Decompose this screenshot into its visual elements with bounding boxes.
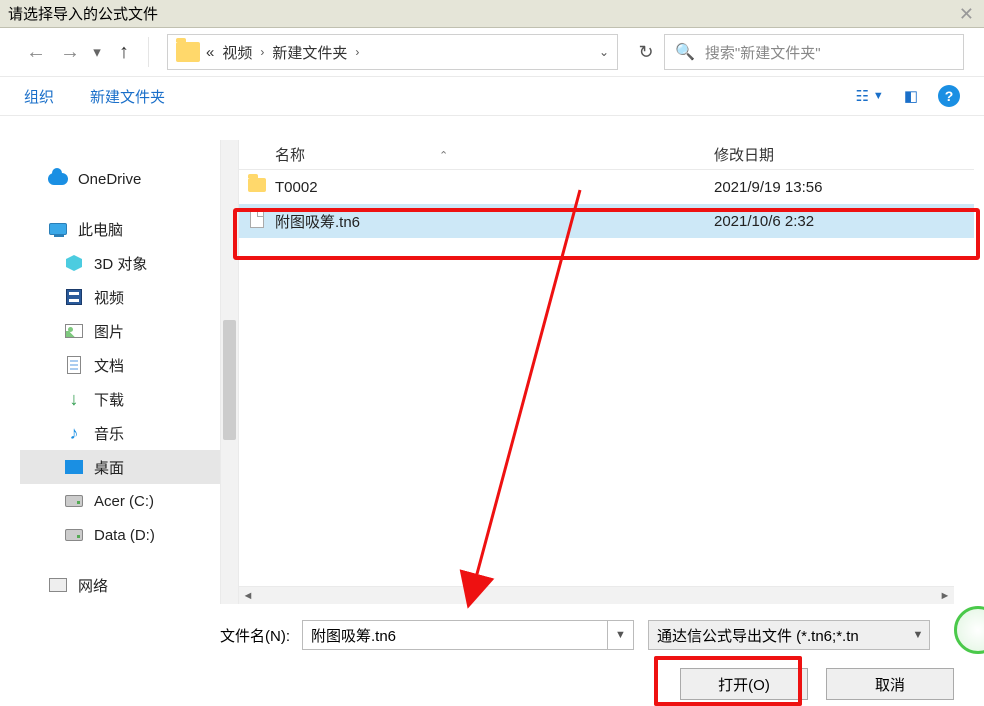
breadcrumb[interactable]: « 视频 › 新建文件夹 › ⌄: [167, 34, 618, 70]
sort-asc-icon: ⌃: [439, 149, 448, 162]
bottom-panel: 文件名(N): ▼ 通达信公式导出文件 (*.tn6;*.tn ▼ 打开(O) …: [0, 604, 984, 704]
sidebar-item-drive[interactable]: Acer (C:): [20, 484, 220, 518]
desk-icon: [64, 458, 84, 476]
toolbar: 组织 新建文件夹 ☷ ▼ ◧ ?: [0, 76, 984, 116]
path-dropdown-icon[interactable]: ⌄: [599, 45, 609, 59]
sidebar-item-label: 3D 对象: [94, 253, 147, 274]
back-button[interactable]: ←: [20, 36, 52, 68]
sidebar-item-dl[interactable]: ↓ 下载: [20, 382, 220, 416]
folder-icon: [176, 42, 200, 62]
sidebar-item-label: 网络: [78, 575, 108, 596]
recent-dropdown[interactable]: ▾: [88, 43, 106, 61]
doc-icon: [64, 356, 84, 374]
sidebar-item-img[interactable]: 图片: [20, 314, 220, 348]
scroll-right-icon[interactable]: ►: [936, 587, 954, 605]
net-icon: [48, 576, 68, 594]
cancel-button[interactable]: 取消: [826, 668, 954, 700]
filetype-dropdown-icon[interactable]: ▼: [907, 629, 929, 641]
sidebar-item-label: Data (D:): [94, 527, 155, 544]
sidebar-item-desk[interactable]: 桌面: [20, 450, 220, 484]
file-row[interactable]: T00022021/9/19 13:56: [239, 170, 974, 204]
filename-label: 文件名(N):: [24, 625, 294, 646]
sidebar-item-label: 文档: [94, 355, 124, 376]
up-button[interactable]: ↑: [108, 36, 140, 68]
search-input[interactable]: 🔍 搜索"新建文件夹": [664, 34, 964, 70]
view-mode-button[interactable]: ☷ ▼: [855, 87, 883, 105]
refresh-button[interactable]: ↻: [630, 42, 662, 63]
sidebar-item-label: 音乐: [94, 423, 124, 444]
organize-menu[interactable]: 组织: [24, 86, 54, 107]
file-icon: [250, 210, 264, 228]
sidebar: OneDrive 此电脑 3D 对象视频图片文档 ↓ 下载 ♪ 音乐桌面 Acer (C:) D…: [20, 140, 238, 604]
panel-icon: ◧: [904, 87, 918, 105]
sidebar-item-label: 视频: [94, 287, 124, 308]
new-folder-button[interactable]: 新建文件夹: [90, 86, 165, 107]
close-icon[interactable]: ✕: [959, 4, 974, 25]
chevron-icon: ›: [260, 45, 264, 59]
chevron-down-icon: ▼: [873, 90, 884, 102]
file-header: 名称 ⌃ 修改日期: [239, 140, 974, 170]
drive-icon: [64, 526, 84, 544]
file-name: 附图吸筹.tn6: [275, 211, 714, 232]
horizontal-scrollbar[interactable]: ◄ ►: [239, 586, 954, 604]
pc-icon: [48, 220, 68, 238]
cube-icon: [64, 254, 84, 272]
column-name[interactable]: 名称 ⌃: [239, 144, 714, 165]
drive-icon: [64, 492, 84, 510]
sidebar-item-drive[interactable]: Data (D:): [20, 518, 220, 552]
crumb-2[interactable]: 新建文件夹: [272, 42, 347, 63]
file-name: T0002: [275, 179, 714, 196]
sidebar-item-label: Acer (C:): [94, 493, 154, 510]
sidebar-item-note[interactable]: ♪ 音乐: [20, 416, 220, 450]
film-icon: [64, 288, 84, 306]
column-date[interactable]: 修改日期: [714, 144, 974, 165]
filename-dropdown-icon[interactable]: ▼: [607, 621, 633, 649]
search-placeholder: 搜索"新建文件夹": [705, 42, 821, 63]
separator: [148, 37, 149, 67]
note-icon: ♪: [64, 424, 84, 442]
titlebar: 请选择导入的公式文件 ✕: [0, 0, 984, 28]
filename-input[interactable]: [303, 627, 607, 644]
window-title: 请选择导入的公式文件: [8, 3, 158, 24]
sidebar-item-doc[interactable]: 文档: [20, 348, 220, 382]
filetype-combo[interactable]: 通达信公式导出文件 (*.tn6;*.tn ▼: [648, 620, 930, 650]
scroll-left-icon[interactable]: ◄: [239, 587, 257, 605]
file-list: T00022021/9/19 13:56附图吸筹.tn62021/10/6 2:…: [239, 170, 974, 604]
file-row[interactable]: 附图吸筹.tn62021/10/6 2:32: [239, 204, 974, 238]
sidebar-item-label: 此电脑: [78, 219, 123, 240]
sidebar-item-cloud[interactable]: OneDrive: [20, 162, 220, 196]
file-date: 2021/10/6 2:32: [714, 213, 974, 230]
dl-icon: ↓: [64, 390, 84, 408]
sidebar-item-net[interactable]: 网络: [20, 568, 220, 602]
sidebar-item-film[interactable]: 视频: [20, 280, 220, 314]
folder-icon: [248, 178, 266, 192]
scrollbar-thumb[interactable]: [223, 320, 236, 440]
sidebar-item-label: 桌面: [94, 457, 124, 478]
chevron-icon: ›: [355, 45, 359, 59]
breadcrumb-path[interactable]: « 视频 › 新建文件夹 ›: [206, 42, 359, 63]
help-button[interactable]: ?: [938, 85, 960, 107]
crumb-prefix: «: [206, 44, 214, 61]
file-pane: 名称 ⌃ 修改日期 T00022021/9/19 13:56附图吸筹.tn620…: [238, 140, 974, 604]
sidebar-scrollbar[interactable]: [220, 140, 238, 604]
nav-row: ← → ▾ ↑ « 视频 › 新建文件夹 › ⌄ ↻ 🔍 搜索"新建文件夹": [0, 28, 984, 76]
cloud-icon: [48, 170, 68, 188]
sidebar-item-label: 图片: [94, 321, 124, 342]
filename-combo[interactable]: ▼: [302, 620, 634, 650]
crumb-1[interactable]: 视频: [222, 42, 252, 63]
sidebar-item-cube[interactable]: 3D 对象: [20, 246, 220, 280]
img-icon: [64, 322, 84, 340]
search-icon: 🔍: [675, 42, 695, 62]
sidebar-item-label: 下载: [94, 389, 124, 410]
sidebar-item-pc[interactable]: 此电脑: [20, 212, 220, 246]
file-date: 2021/9/19 13:56: [714, 179, 974, 196]
list-icon: ☷: [855, 87, 868, 105]
preview-pane-button[interactable]: ◧: [904, 87, 918, 105]
forward-button[interactable]: →: [54, 36, 86, 68]
open-button[interactable]: 打开(O): [680, 668, 808, 700]
main-area: OneDrive 此电脑 3D 对象视频图片文档 ↓ 下载 ♪ 音乐桌面 Acer (C:) D…: [20, 140, 974, 604]
filetype-text: 通达信公式导出文件 (*.tn6;*.tn: [657, 625, 859, 646]
sidebar-item-label: OneDrive: [78, 171, 141, 188]
